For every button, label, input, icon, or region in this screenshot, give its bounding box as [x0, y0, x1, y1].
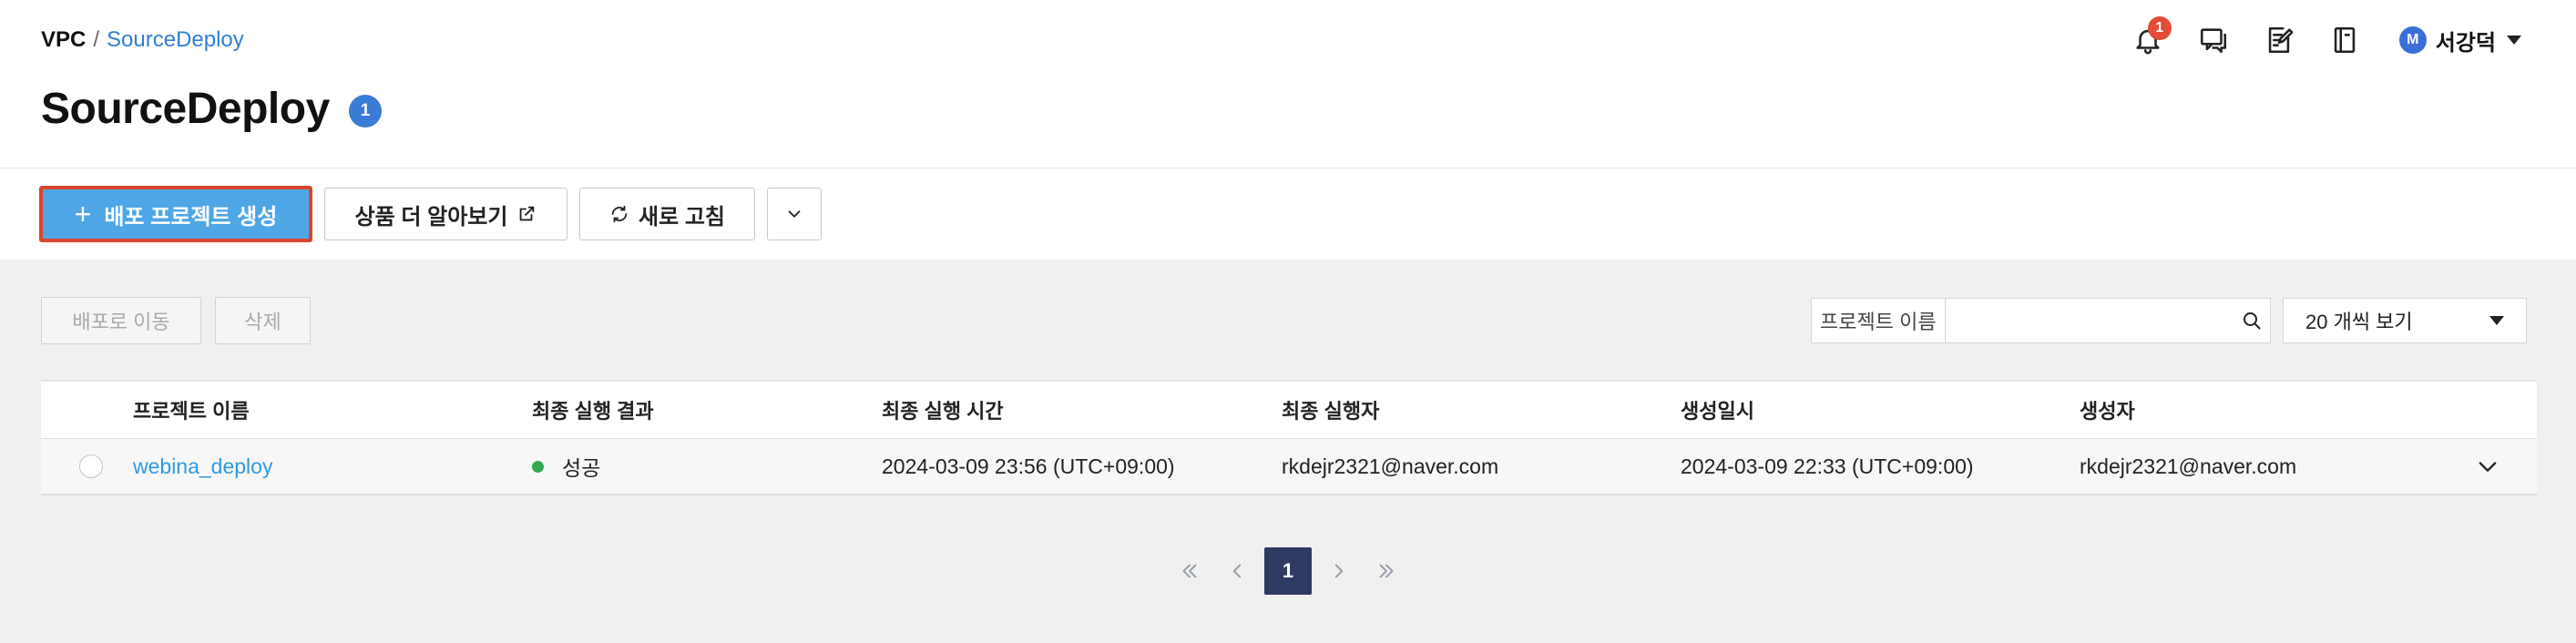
notifications-button[interactable]: 1: [2130, 16, 2172, 58]
double-chevron-left-icon: [1182, 564, 1197, 578]
search-button[interactable]: [2234, 299, 2270, 342]
book-icon: [2334, 26, 2355, 54]
column-header[interactable]: 최종 실행자: [1282, 382, 1379, 438]
breadcrumb-separator: /: [93, 27, 100, 52]
chevron-right-icon: [1334, 564, 1344, 578]
book-button[interactable]: [2326, 22, 2363, 58]
search-input[interactable]: [1945, 299, 2234, 342]
runner-cell: rkdejr2321@naver.com: [1282, 454, 1499, 478]
page-size-select[interactable]: 20 개씩 보기: [2283, 298, 2527, 343]
pagination: 1: [0, 547, 2576, 595]
header-actions: 1 M 서강덕: [2101, 16, 2521, 58]
column-header[interactable]: 프로젝트 이름: [133, 382, 250, 438]
refresh-icon: [611, 205, 628, 223]
chat-icon: [2200, 28, 2226, 54]
chat-button[interactable]: [2195, 22, 2232, 58]
notification-badge: 1: [2147, 16, 2172, 40]
prev-page-button[interactable]: [1213, 547, 1261, 595]
table-header: 프로젝트 이름 최종 실행 결과 최종 실행 시간 최종 실행자 생성일시 생성…: [41, 382, 2537, 439]
memo-button[interactable]: [2261, 22, 2297, 58]
count-badge: 1: [349, 95, 382, 128]
project-name-link[interactable]: webina_deploy: [133, 439, 272, 494]
avatar: M: [2398, 26, 2427, 54]
create-project-label: 배포 프로젝트 생성: [104, 204, 278, 230]
toolbar: + 배포 프로젝트 생성 상품 더 알아보기 새로 고침: [0, 168, 2576, 260]
first-page-button[interactable]: [1166, 547, 1213, 595]
delete-button[interactable]: 삭제: [215, 297, 311, 344]
table-row[interactable]: webina_deploy 성공 2024-03-09 23:56 (UTC+0…: [41, 439, 2537, 494]
chevron-down-icon: [2507, 36, 2521, 45]
chevron-down-icon: [2489, 316, 2504, 325]
last-page-button[interactable]: [1363, 547, 1410, 595]
chevron-down-icon: [2479, 462, 2497, 472]
search-field-label[interactable]: 프로젝트 이름: [1812, 299, 1946, 342]
double-chevron-right-icon: [1379, 564, 1394, 578]
chevron-down-icon: [788, 210, 801, 218]
top-header: VPC / SourceDeploy SourceDeploy 1 1 M 서강…: [0, 0, 2576, 168]
result-cell: 성공: [532, 439, 600, 494]
column-header[interactable]: 최종 실행 시간: [882, 382, 1004, 438]
column-header[interactable]: 최종 실행 결과: [532, 382, 654, 438]
chevron-left-icon: [1232, 564, 1242, 578]
page-size-value: 20 개씩 보기: [2305, 311, 2413, 333]
created-at-cell: 2024-03-09 22:33 (UTC+09:00): [1681, 454, 1974, 478]
project-table: 프로젝트 이름 최종 실행 결과 최종 실행 시간 최종 실행자 생성일시 생성…: [41, 380, 2537, 495]
learn-more-label: 상품 더 알아보기: [354, 204, 508, 230]
learn-more-button[interactable]: 상품 더 알아보기: [324, 188, 567, 240]
breadcrumb: VPC / SourceDeploy: [41, 27, 244, 53]
user-name: 서강덕: [2435, 30, 2496, 56]
search-icon: [2243, 312, 2261, 330]
expand-row-button[interactable]: [2475, 439, 2500, 494]
page-title: SourceDeploy: [41, 85, 330, 133]
current-page[interactable]: 1: [1264, 547, 1312, 595]
radio-button[interactable]: [79, 454, 103, 478]
breadcrumb-current[interactable]: SourceDeploy: [107, 27, 244, 53]
refresh-button[interactable]: 새로 고침: [579, 188, 755, 240]
next-page-button[interactable]: [1315, 547, 1363, 595]
external-link-icon: [520, 206, 535, 221]
status-dot: [532, 460, 544, 473]
row-radio[interactable]: [79, 439, 103, 494]
column-header[interactable]: 생성일시: [1681, 382, 1754, 438]
column-header[interactable]: 생성자: [2080, 382, 2135, 438]
result-text: 성공: [562, 456, 601, 480]
memo-icon: [2268, 26, 2294, 54]
breadcrumb-root[interactable]: VPC: [41, 27, 86, 53]
creator-cell: rkdejr2321@naver.com: [2080, 454, 2297, 478]
refresh-label: 새로 고침: [639, 204, 725, 230]
last-run-cell: 2024-03-09 23:56 (UTC+09:00): [882, 454, 1175, 478]
create-project-button[interactable]: + 배포 프로젝트 생성: [39, 186, 312, 242]
move-to-deploy-button[interactable]: 배포로 이동: [41, 297, 201, 344]
search-box: 프로젝트 이름: [1811, 298, 2271, 343]
plus-icon: +: [74, 197, 92, 230]
more-actions-button[interactable]: [767, 188, 822, 240]
content-area: 배포로 이동 삭제 프로젝트 이름 20 개씩 보기 프로젝트 이름 최종 실행…: [0, 260, 2576, 643]
user-menu[interactable]: M 서강덕: [2398, 25, 2521, 56]
